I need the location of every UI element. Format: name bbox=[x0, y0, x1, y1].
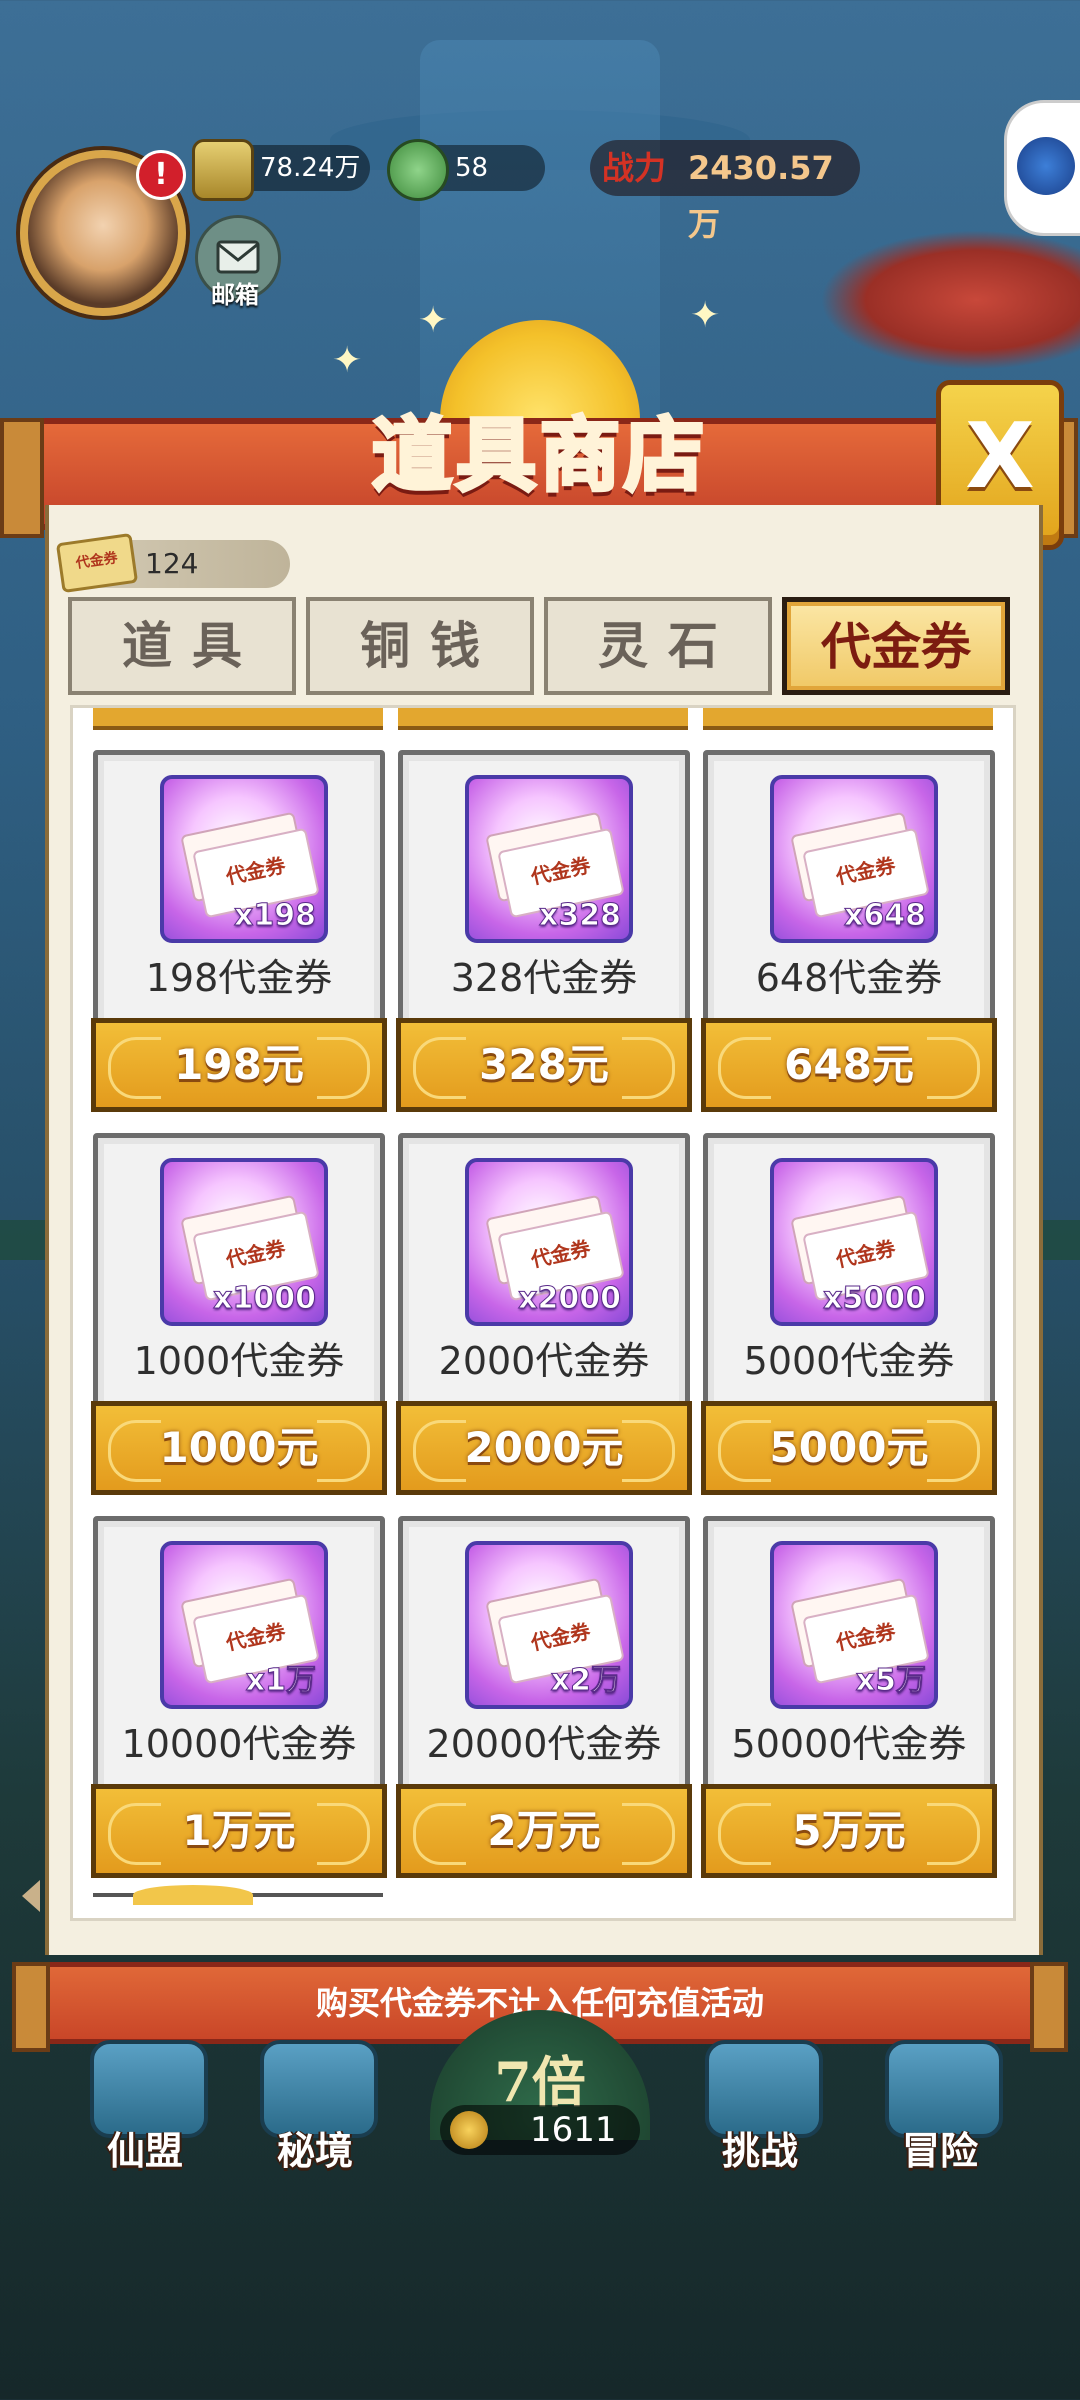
tab-voucher[interactable]: 代金券 bbox=[782, 597, 1010, 695]
item-quantity: x1万 bbox=[245, 1663, 316, 1699]
nav-challenge-label: 挑战 bbox=[721, 2128, 798, 2173]
price-label: 2万元 bbox=[487, 1806, 601, 1855]
nav-guild[interactable]: 仙盟 bbox=[70, 2030, 220, 2180]
coin-counter: 1611 bbox=[440, 2105, 640, 2155]
scroll-cap-left bbox=[0, 418, 44, 538]
item-name: 648代金券 bbox=[755, 956, 943, 1000]
price-label: 2000元 bbox=[464, 1423, 624, 1472]
item-name: 5000代金券 bbox=[743, 1339, 955, 1383]
item-quantity: x2000 bbox=[518, 1281, 622, 1317]
spirit-value: 58 bbox=[455, 153, 489, 183]
tab-items[interactable]: 道具 bbox=[68, 597, 296, 695]
buy-button[interactable]: 2万元 bbox=[396, 1784, 692, 1878]
voucher-ticket-icon: 代金券 bbox=[55, 532, 139, 594]
sparkle-icon: ✦ bbox=[418, 300, 449, 341]
buy-button[interactable]: 1000元 bbox=[91, 1401, 387, 1495]
close-icon: X bbox=[965, 404, 1035, 509]
shop-item-card[interactable]: 代金券 x648 648代金券 648元 bbox=[701, 750, 997, 1112]
spirit-resource[interactable]: 58 bbox=[387, 139, 545, 201]
shop-item-card[interactable]: 代金券 x198 198代金券 198元 bbox=[91, 750, 387, 1112]
nav-guild-label: 仙盟 bbox=[106, 2128, 183, 2173]
shop-title: 道具商店 bbox=[370, 406, 708, 504]
voucher-item-icon: 代金券 x5万 bbox=[770, 1541, 938, 1709]
item-quantity: x1000 bbox=[213, 1281, 317, 1317]
power-value: 2430.57万 bbox=[688, 149, 834, 243]
nav-challenge[interactable]: 挑战 bbox=[685, 2030, 835, 2180]
price-label: 1万元 bbox=[182, 1806, 296, 1855]
combat-power: 战力 2430.57万 bbox=[590, 140, 860, 243]
item-name: 1000代金券 bbox=[133, 1339, 345, 1383]
scrolled-row-edge bbox=[93, 708, 993, 730]
item-name: 50000代金券 bbox=[731, 1722, 967, 1766]
tab-spirit-stone[interactable]: 灵石 bbox=[544, 597, 772, 695]
floating-assistant-button[interactable] bbox=[1004, 100, 1080, 236]
voucher-item-icon: 代金券 x2000 bbox=[465, 1158, 633, 1326]
voucher-item-icon: 代金券 x2万 bbox=[465, 1541, 633, 1709]
item-name: 10000代金券 bbox=[121, 1722, 357, 1766]
sparkle-icon: ✦ bbox=[690, 295, 721, 336]
price-label: 5000元 bbox=[769, 1423, 929, 1472]
copper-resource[interactable]: 78.24万 bbox=[192, 139, 370, 201]
buy-button[interactable]: 648元 bbox=[701, 1018, 997, 1112]
voucher-balance-value: 124 bbox=[145, 547, 199, 580]
coin-value: 1611 bbox=[530, 2110, 617, 2150]
price-label: 198元 bbox=[174, 1040, 304, 1089]
buy-button[interactable]: 328元 bbox=[396, 1018, 692, 1112]
item-quantity: x5000 bbox=[823, 1281, 927, 1317]
item-quantity: x198 bbox=[234, 898, 317, 934]
voucher-item-icon: 代金券 x198 bbox=[160, 775, 328, 943]
item-name: 20000代金券 bbox=[426, 1722, 662, 1766]
price-label: 5万元 bbox=[792, 1806, 906, 1855]
shop-tabs: 道具 铜钱 灵石 代金券 bbox=[68, 597, 1012, 701]
spirit-stone-icon bbox=[387, 139, 449, 201]
shop-item-card[interactable]: 代金券 x2000 2000代金券 2000元 bbox=[396, 1133, 692, 1495]
item-name: 328代金券 bbox=[450, 956, 638, 1000]
price-label: 648元 bbox=[784, 1040, 914, 1089]
voucher-item-icon: 代金券 x5000 bbox=[770, 1158, 938, 1326]
item-quantity: x648 bbox=[844, 898, 927, 934]
buy-button[interactable]: 5000元 bbox=[701, 1401, 997, 1495]
voucher-item-icon: 代金券 x328 bbox=[465, 775, 633, 943]
buy-button[interactable]: 198元 bbox=[91, 1018, 387, 1112]
next-row-card-edge bbox=[93, 1885, 383, 1918]
shop-item-card[interactable]: 代金券 x5万 50000代金券 5万元 bbox=[701, 1516, 997, 1878]
price-label: 1000元 bbox=[159, 1423, 319, 1472]
item-quantity: x328 bbox=[539, 898, 622, 934]
item-name: 198代金券 bbox=[145, 956, 333, 1000]
copper-value: 78.24万 bbox=[260, 153, 361, 183]
mail-label: 邮箱 bbox=[211, 281, 259, 309]
avatar-alert-badge: ! bbox=[136, 150, 186, 200]
voucher-item-icon: 代金券 x1000 bbox=[160, 1158, 328, 1326]
item-quantity: x5万 bbox=[855, 1663, 926, 1699]
price-label: 328元 bbox=[479, 1040, 609, 1089]
shop-item-card[interactable]: 代金券 x1000 1000代金券 1000元 bbox=[91, 1133, 387, 1495]
shop-item-card[interactable]: 代金券 x1万 10000代金券 1万元 bbox=[91, 1516, 387, 1878]
assistant-icon bbox=[1017, 137, 1075, 195]
shop-item-card[interactable]: 代金券 x5000 5000代金券 5000元 bbox=[701, 1133, 997, 1495]
buy-button[interactable]: 1万元 bbox=[91, 1784, 387, 1878]
shop-item-grid[interactable]: 代金券 x198 198代金券 198元 代金券 x328 328代金券 328… bbox=[70, 705, 1016, 1921]
nav-adventure[interactable]: 冒险 bbox=[865, 2030, 1015, 2180]
power-label: 战力 bbox=[602, 149, 667, 187]
buy-button[interactable]: 5万元 bbox=[701, 1784, 997, 1878]
nav-adventure-label: 冒险 bbox=[901, 2128, 978, 2173]
copper-coin-icon bbox=[192, 139, 254, 201]
tab-copper[interactable]: 铜钱 bbox=[306, 597, 534, 695]
shop-item-card[interactable]: 代金券 x328 328代金券 328元 bbox=[396, 750, 692, 1112]
scroll-left-arrow-icon bbox=[22, 1880, 40, 1912]
nav-secret-realm[interactable]: 秘境 bbox=[240, 2030, 390, 2180]
nav-secret-realm-label: 秘境 bbox=[276, 2128, 353, 2173]
coin-icon bbox=[450, 2111, 488, 2149]
item-quantity: x2万 bbox=[550, 1663, 621, 1699]
mail-icon bbox=[216, 240, 260, 274]
voucher-balance: 代金券 124 bbox=[55, 532, 290, 594]
voucher-item-icon: 代金券 x648 bbox=[770, 775, 938, 943]
item-name: 2000代金券 bbox=[438, 1339, 650, 1383]
voucher-item-icon: 代金券 x1万 bbox=[160, 1541, 328, 1709]
shop-item-card[interactable]: 代金券 x2万 20000代金券 2万元 bbox=[396, 1516, 692, 1878]
buy-button[interactable]: 2000元 bbox=[396, 1401, 692, 1495]
sparkle-icon: ✦ bbox=[332, 340, 363, 381]
